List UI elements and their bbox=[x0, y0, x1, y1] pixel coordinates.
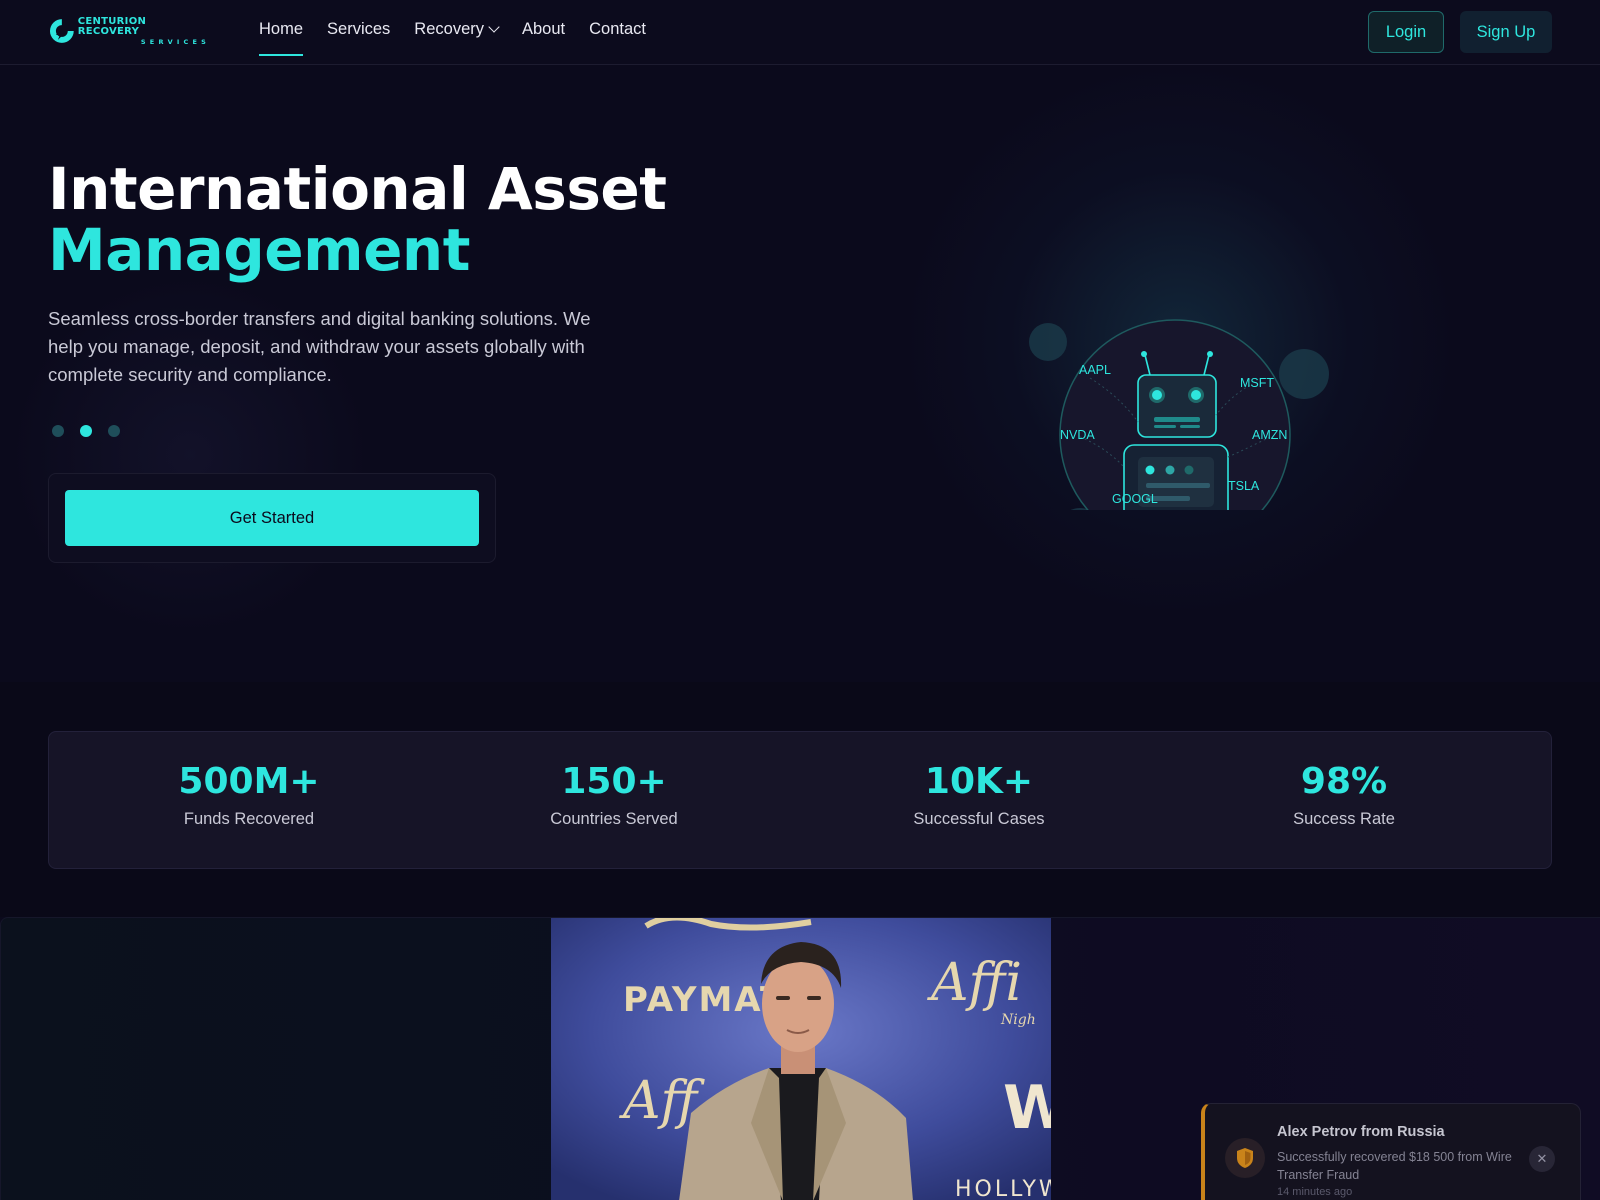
backdrop-script-1b: Nigh bbox=[1000, 1012, 1036, 1028]
stat-label: Success Rate bbox=[1293, 810, 1395, 828]
nav-about-label: About bbox=[522, 20, 566, 38]
brand-logo[interactable]: CENTURION RECOVERY SERVICES bbox=[48, 16, 210, 46]
toast-title: Alex Petrov from Russia bbox=[1277, 1124, 1445, 1140]
ticker-aapl: AAPL bbox=[1079, 363, 1111, 377]
hero-section: International Asset Management Seamless … bbox=[0, 65, 1600, 682]
nav-recovery-label: Recovery bbox=[414, 20, 484, 38]
carousel-dot-2[interactable] bbox=[80, 425, 92, 437]
stats-section: 500M+ Funds Recovered 150+ Countries Ser… bbox=[0, 682, 1600, 917]
hero-title-line2: Management bbox=[48, 216, 470, 284]
hero-description: Seamless cross-border transfers and digi… bbox=[48, 308, 591, 385]
hero-title: International Asset Management bbox=[48, 159, 667, 284]
ticker-googl: GOOGL bbox=[1112, 492, 1158, 506]
carousel-dot-3[interactable] bbox=[108, 425, 120, 437]
carousel-dots bbox=[52, 425, 120, 437]
robot-illustration: AAPL MSFT NVDA AMZN TSLA GOOGL bbox=[1029, 319, 1329, 510]
stat-value: 500M+ bbox=[178, 761, 320, 802]
ticker-msft: MSFT bbox=[1240, 376, 1274, 390]
close-icon[interactable]: ✕ bbox=[1529, 1146, 1555, 1172]
ticker-tsla: TSLA bbox=[1228, 479, 1260, 493]
stat-label: Successful Cases bbox=[913, 810, 1045, 828]
stats-card: 500M+ Funds Recovered 150+ Countries Ser… bbox=[48, 731, 1552, 869]
photo-illustration: PAYMAT Affi Nigh Aff W HOLLYW bbox=[551, 918, 1051, 1200]
nav-recovery[interactable]: Recovery bbox=[414, 20, 500, 56]
backdrop-w: W bbox=[1003, 1073, 1051, 1143]
stat-value: 10K+ bbox=[924, 761, 1034, 802]
stat-success-rate: 98% Success Rate bbox=[1164, 762, 1524, 829]
recovery-toast: Alex Petrov from Russia Successfully rec… bbox=[1201, 1103, 1581, 1200]
stat-successful-cases: 10K+ Successful Cases bbox=[799, 762, 1159, 829]
toast-time: 14 minutes ago bbox=[1277, 1186, 1353, 1198]
brand-name: CENTURION RECOVERY bbox=[77, 15, 147, 37]
login-button[interactable]: Login bbox=[1368, 11, 1444, 53]
logo-icon bbox=[49, 19, 74, 43]
hero-title-line1: International Asset bbox=[48, 155, 667, 223]
navbar: CENTURION RECOVERY SERVICES Home Service… bbox=[0, 0, 1600, 65]
stat-label: Funds Recovered bbox=[183, 810, 315, 828]
backdrop-text-1: PAYMAT bbox=[623, 980, 785, 1020]
nav-home-label: Home bbox=[259, 20, 304, 38]
signup-button[interactable]: Sign Up bbox=[1460, 11, 1552, 53]
ticker-amzn: AMZN bbox=[1252, 428, 1287, 442]
toast-message: Successfully recovered $18 500 from Wire… bbox=[1277, 1150, 1512, 1182]
bubble-2 bbox=[1279, 349, 1329, 399]
nav-services[interactable]: Services bbox=[327, 20, 390, 56]
nav-contact-label: Contact bbox=[589, 20, 646, 38]
stat-value: 150+ bbox=[561, 761, 667, 802]
toast-icon-badge bbox=[1225, 1138, 1265, 1178]
chevron-down-icon bbox=[488, 21, 500, 33]
backdrop-script-1: Affi bbox=[927, 953, 1022, 1013]
stat-funds-recovered: 500M+ Funds Recovered bbox=[69, 762, 429, 829]
backdrop-text-2: HOLLYW bbox=[955, 1177, 1051, 1200]
nav-about[interactable]: About bbox=[522, 20, 565, 56]
brand-sub: SERVICES bbox=[140, 37, 210, 46]
nav-services-label: Services bbox=[327, 20, 391, 38]
stat-value: 98% bbox=[1300, 761, 1388, 802]
get-started-button[interactable]: Get Started bbox=[65, 490, 479, 546]
stat-label: Countries Served bbox=[550, 810, 678, 828]
nav-home[interactable]: Home bbox=[259, 20, 304, 56]
carousel-dot-1[interactable] bbox=[52, 425, 64, 437]
stat-countries-served: 150+ Countries Served bbox=[434, 762, 794, 829]
nav-contact[interactable]: Contact bbox=[589, 20, 646, 56]
nav-links: Home Services Recovery About Contact bbox=[259, 20, 646, 56]
bubble-1 bbox=[1029, 323, 1067, 361]
shield-icon bbox=[1237, 1148, 1253, 1168]
ticker-nvda: NVDA bbox=[1060, 428, 1095, 442]
client-photo: PAYMAT Affi Nigh Aff W HOLLYW bbox=[551, 918, 1051, 1200]
cta-card: Get Started bbox=[48, 473, 496, 563]
testimonial-section: PAYMAT Affi Nigh Aff W HOLLYW Alex bbox=[0, 917, 1600, 1200]
